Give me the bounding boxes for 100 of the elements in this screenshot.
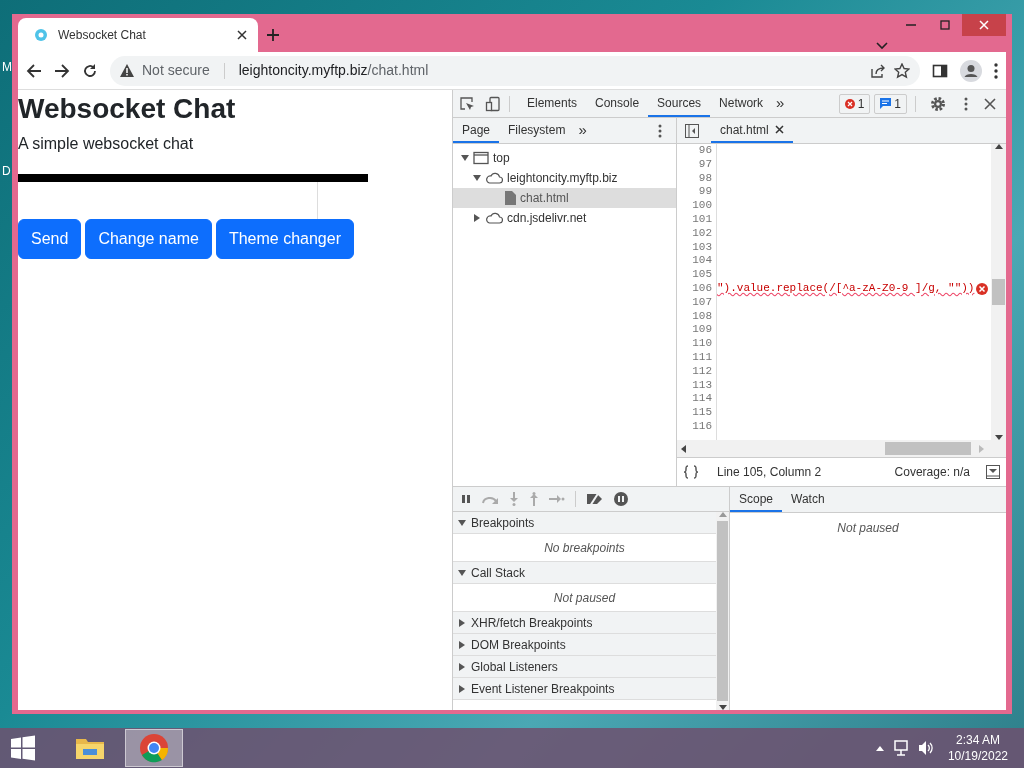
cloud-icon — [485, 172, 503, 184]
browser-tab[interactable]: Websocket Chat — [18, 18, 258, 52]
section-header[interactable]: XHR/fetch Breakpoints — [453, 612, 716, 634]
inspect-icon[interactable] — [459, 95, 475, 112]
collapsed-arrow-icon[interactable] — [458, 662, 466, 671]
empty-message: Not paused — [836, 520, 900, 537]
scrollbar-thumb[interactable] — [885, 442, 971, 455]
devtools-tab[interactable]: Elements — [518, 90, 587, 117]
collapsed-arrow-icon[interactable] — [458, 684, 466, 693]
error-counter[interactable]: 1 — [838, 93, 871, 114]
caret-up-icon[interactable] — [875, 745, 884, 751]
star-icon[interactable] — [894, 62, 910, 79]
more-options-icon[interactable] — [964, 96, 968, 111]
collapsed-arrow-icon[interactable] — [473, 214, 481, 222]
start-icon[interactable] — [10, 735, 36, 761]
braces-icon[interactable] — [683, 465, 699, 479]
chevron-down-icon[interactable] — [876, 42, 888, 50]
deactivate-breakpoints-icon[interactable] — [586, 492, 604, 506]
more-tabs-button[interactable]: » — [578, 119, 587, 142]
vertical-scrollbar[interactable] — [716, 512, 729, 710]
close-icon[interactable] — [774, 125, 784, 134]
scroll-left-icon[interactable] — [681, 444, 686, 453]
action-button[interactable]: Send — [18, 218, 82, 259]
section-header[interactable]: DOM Breakpoints — [453, 634, 716, 656]
line-number: 113 — [691, 378, 712, 393]
page-heading: Websocket Chat — [18, 92, 237, 126]
close-icon[interactable] — [984, 97, 996, 110]
line-number: 112 — [691, 364, 712, 379]
line-number: 97 — [697, 157, 712, 172]
share-icon[interactable] — [870, 62, 886, 79]
side-panel-icon[interactable] — [932, 62, 948, 79]
network-icon[interactable] — [893, 740, 910, 756]
clock-time[interactable]: 2:34 AM — [947, 732, 1008, 748]
section-header[interactable]: Event Listener Breakpoints — [453, 678, 716, 700]
action-button[interactable]: Change name — [85, 218, 212, 259]
tree-item[interactable]: cdn.jsdelivr.net — [453, 208, 676, 228]
reload-icon[interactable] — [82, 62, 98, 79]
line-number: 114 — [691, 392, 712, 407]
desktop-icon-label[interactable]: D — [2, 162, 11, 180]
scroll-down-icon[interactable] — [718, 705, 727, 710]
plus-icon[interactable] — [266, 28, 280, 43]
scrollbar-thumb[interactable] — [992, 279, 1005, 305]
address-bar[interactable]: Not secure leightoncity.myftp.biz/chat.html — [110, 55, 920, 86]
pause-on-exceptions-icon[interactable] — [614, 492, 628, 506]
coverage-status: Coverage: n/a — [894, 464, 970, 481]
message-counter[interactable]: 1 — [874, 93, 907, 114]
taskbar-app[interactable] — [125, 729, 183, 767]
line-number: 111 — [691, 350, 712, 365]
line-number: 106 — [691, 281, 712, 296]
pause-icon[interactable] — [461, 494, 471, 504]
line-number: 105 — [691, 268, 712, 282]
vertical-scrollbar[interactable] — [991, 144, 1006, 440]
line-number: 100 — [691, 199, 712, 213]
cursor-position: Line 105, Column 2 — [717, 464, 822, 481]
line-number: 99 — [697, 185, 712, 200]
message-icon — [880, 98, 892, 109]
collapsed-arrow-icon[interactable] — [458, 618, 466, 627]
back-arrow-icon[interactable] — [26, 62, 42, 79]
profile-icon[interactable] — [960, 59, 982, 82]
toggle-sidebar-icon[interactable] — [685, 123, 699, 138]
navigator-tab[interactable]: Filesystem — [499, 118, 575, 143]
navigator-tab[interactable]: Page — [453, 118, 500, 143]
line-number: 102 — [691, 226, 712, 241]
forward-arrow-icon[interactable] — [54, 62, 70, 79]
settings-icon[interactable] — [930, 95, 946, 112]
scrollbar-thumb[interactable] — [717, 521, 728, 701]
expanded-arrow-icon[interactable] — [461, 154, 469, 162]
device-icon[interactable] — [485, 95, 501, 112]
warning-icon — [120, 64, 134, 77]
error-icon — [844, 98, 855, 109]
expanded-arrow-icon[interactable] — [458, 518, 466, 527]
section-header[interactable]: Global Listeners — [453, 656, 716, 678]
menu-icon[interactable] — [994, 62, 998, 79]
close-icon[interactable] — [236, 29, 248, 41]
collapsed-arrow-icon[interactable] — [458, 640, 466, 649]
section-header[interactable]: Breakpoints — [453, 512, 716, 534]
expanded-arrow-icon[interactable] — [458, 568, 466, 577]
desktop-icon-label[interactable]: M — [2, 58, 12, 76]
frame-icon — [473, 151, 489, 165]
clock-date[interactable]: 10/19/2022 — [947, 748, 1008, 764]
tree-item[interactable]: top — [453, 148, 676, 168]
horizontal-scrollbar[interactable] — [677, 440, 1006, 457]
file-icon — [505, 191, 516, 205]
sidebar-tab[interactable]: Watch — [782, 487, 834, 512]
devtools-tab[interactable]: Network — [710, 90, 773, 117]
line-number: 110 — [691, 337, 712, 351]
tree-item[interactable]: leightoncity.myftp.biz — [453, 168, 676, 188]
speaker-icon[interactable] — [917, 740, 934, 756]
devtools-tab[interactable]: Console — [586, 90, 649, 117]
section-header[interactable]: Call Stack — [453, 562, 716, 584]
more-options-icon[interactable] — [658, 123, 662, 138]
tree-item[interactable]: chat.html — [453, 188, 676, 208]
security-label: Not secure — [142, 61, 210, 80]
expanded-arrow-icon[interactable] — [473, 174, 481, 182]
line-number: 98 — [697, 171, 712, 186]
drawer-icon[interactable] — [986, 465, 1000, 479]
action-button[interactable]: Theme changer — [215, 218, 354, 259]
more-tabs-button[interactable]: » — [776, 92, 785, 115]
tree-label: top — [493, 150, 510, 167]
sidebar-tab[interactable]: Scope — [730, 487, 783, 512]
